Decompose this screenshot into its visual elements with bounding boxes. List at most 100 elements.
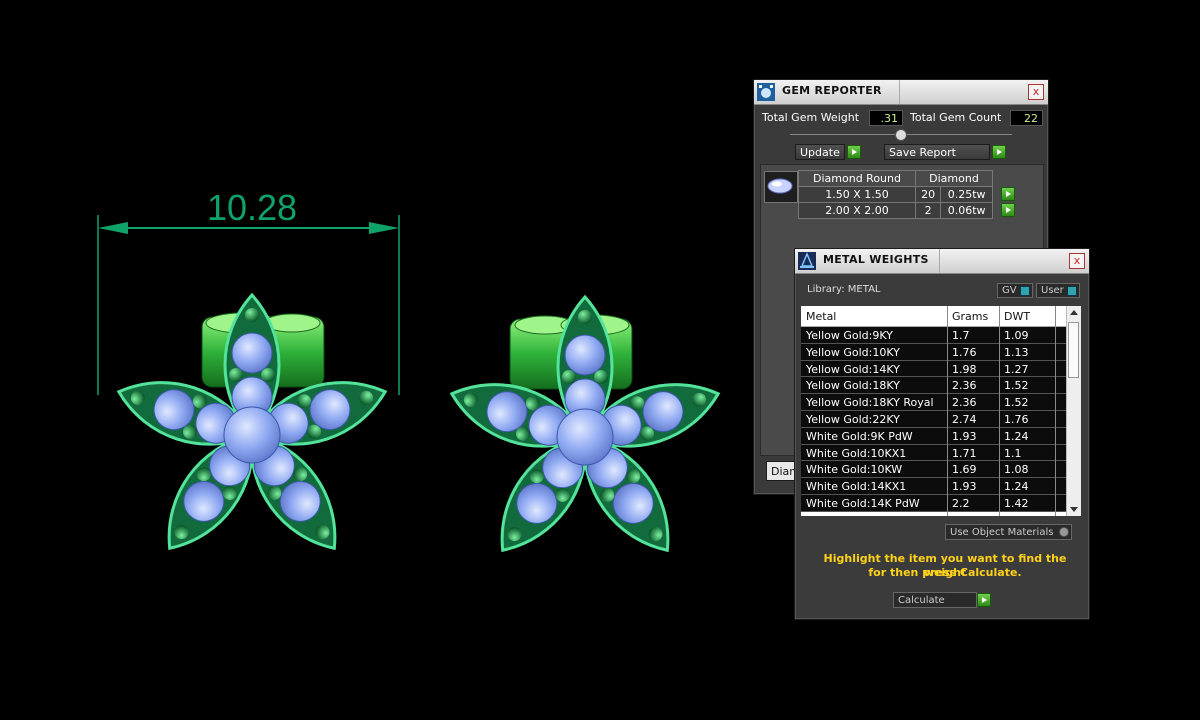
gem-reporter-titlebar[interactable]: GEM REPORTER x bbox=[754, 80, 1048, 105]
metal-name: White Gold:10KW bbox=[806, 463, 903, 477]
gem-row-1-select-icon[interactable] bbox=[1001, 187, 1015, 201]
gem-material-header: Diamond bbox=[915, 170, 993, 187]
metal-dwt: 1.52 bbox=[1004, 379, 1029, 393]
total-gem-count-label: Total Gem Count bbox=[910, 111, 1002, 124]
scroll-thumb[interactable] bbox=[1068, 322, 1079, 378]
metal-dwt: 1.76 bbox=[1004, 412, 1029, 426]
gem-row-count: 20 bbox=[914, 186, 942, 203]
update-button[interactable]: Update bbox=[795, 144, 845, 160]
calculate-play-icon[interactable] bbox=[977, 593, 991, 607]
earring-left[interactable] bbox=[111, 292, 394, 564]
table-row[interactable]: White Gold:10KW 1.69 1.08 bbox=[801, 461, 1067, 479]
metal-grams: 1.98 bbox=[952, 362, 977, 376]
table-row[interactable]: Yellow Gold:18KY 2.36 1.52 bbox=[801, 377, 1067, 395]
metal-dwt: 1.24 bbox=[1004, 429, 1029, 443]
update-play-icon[interactable] bbox=[847, 145, 861, 159]
metal-grams: 1.76 bbox=[952, 345, 977, 359]
scroll-up-icon[interactable] bbox=[1070, 310, 1078, 315]
gem-reporter-close-button[interactable]: x bbox=[1028, 84, 1044, 100]
metal-grams: 2.2 bbox=[952, 496, 970, 510]
metal-name: White Gold:14KX1 bbox=[806, 480, 907, 494]
metal-grams: 2.36 bbox=[952, 379, 977, 393]
save-report-play-icon[interactable] bbox=[992, 145, 1006, 159]
metal-grams: 1.69 bbox=[952, 463, 977, 477]
user-info-icon[interactable] bbox=[1067, 286, 1077, 296]
use-object-materials-button[interactable]: Use Object Materials bbox=[945, 524, 1072, 540]
metal-dwt: 1.09 bbox=[1004, 329, 1029, 342]
column-divider bbox=[1055, 306, 1056, 516]
scroll-down-icon[interactable] bbox=[1070, 507, 1078, 512]
diamond-round-icon bbox=[764, 171, 798, 203]
title-divider bbox=[939, 249, 940, 273]
library-label: Library: METAL bbox=[807, 284, 881, 295]
gem-row[interactable]: 1.50 X 1.50 20 0.25tw bbox=[798, 186, 993, 203]
metal-name: Yellow Gold:9KY bbox=[806, 329, 893, 342]
metal-weights-panel: METAL WEIGHTS x Library: METAL GV User M… bbox=[794, 248, 1090, 620]
table-row[interactable]: White Gold:14KX1 1.93 1.24 bbox=[801, 478, 1067, 495]
gem-row-size: 2.00 X 2.00 bbox=[798, 202, 916, 219]
metal-grams: 2.74 bbox=[952, 412, 977, 426]
metal-table[interactable]: Metal Grams DWT Yellow Gold:9KY 1.7 1.09 Y… bbox=[801, 306, 1081, 516]
table-row[interactable]: Yellow Gold:14KY 1.98 1.27 bbox=[801, 360, 1067, 378]
metal-grams: 2.36 bbox=[952, 396, 977, 410]
metal-grams: 1.71 bbox=[952, 446, 977, 460]
metal-name: White Gold:10KX1 bbox=[806, 446, 907, 460]
calculate-button[interactable]: Calculate bbox=[893, 592, 977, 608]
metal-grams: 1.93 bbox=[952, 480, 977, 494]
metal-name: Yellow Gold:18KY Royal bbox=[806, 396, 934, 410]
gem-row-count: 2 bbox=[914, 202, 942, 219]
metal-weights-close-button[interactable]: x bbox=[1069, 253, 1085, 269]
table-row[interactable]: Yellow Gold:10KY 1.76 1.13 bbox=[801, 343, 1067, 361]
user-toggle[interactable]: User bbox=[1036, 283, 1080, 298]
gem-reporter-title: GEM REPORTER bbox=[782, 84, 882, 97]
table-row[interactable]: Yellow Gold:9KY 1.7 1.09 bbox=[801, 327, 1067, 344]
metal-grams: 1.7 bbox=[952, 329, 970, 342]
instruction-line-2: for then press Calculate. bbox=[868, 566, 1022, 579]
metal-dwt: 1.27 bbox=[1004, 362, 1029, 376]
table-row[interactable]: White Gold:10KX1 1.71 1.1 bbox=[801, 444, 1067, 462]
earring-right[interactable] bbox=[444, 294, 727, 566]
total-gem-count-value: 22 bbox=[1010, 110, 1043, 126]
table-row[interactable]: Yellow Gold:22KY 2.74 1.76 bbox=[801, 410, 1067, 428]
metal-dwt: 1.24 bbox=[1004, 480, 1029, 494]
title-divider bbox=[899, 80, 900, 104]
col-grams[interactable]: Grams bbox=[952, 310, 988, 323]
metal-weights-title: METAL WEIGHTS bbox=[823, 253, 929, 266]
gem-row[interactable]: 2.00 X 2.00 2 0.06tw bbox=[798, 202, 993, 219]
gem-summary-table: Diamond Round Diamond 1.50 X 1.50 20 0.2… bbox=[798, 170, 993, 219]
col-metal[interactable]: Metal bbox=[806, 310, 836, 323]
metal-dwt: 1.13 bbox=[1004, 345, 1029, 359]
gear-icon bbox=[1059, 527, 1069, 537]
metal-dwt: 1.08 bbox=[1004, 463, 1029, 477]
use-object-materials-label: Use Object Materials bbox=[950, 527, 1054, 538]
gem-reporter-icon bbox=[757, 83, 775, 101]
metal-dwt: 1.52 bbox=[1004, 396, 1029, 410]
metal-name: Yellow Gold:18KY bbox=[806, 379, 900, 393]
metal-name: Yellow Gold:10KY bbox=[806, 345, 900, 359]
table-row[interactable]: White Gold:14K PdW 2.2 1.42 bbox=[801, 494, 1067, 512]
gem-row-2-select-icon[interactable] bbox=[1001, 203, 1015, 217]
total-gem-weight-label: Total Gem Weight bbox=[762, 111, 860, 124]
gem-row-size: 1.50 X 1.50 bbox=[798, 186, 916, 203]
total-gem-weight-value: .31 bbox=[869, 110, 903, 126]
metal-weights-titlebar[interactable]: METAL WEIGHTS x bbox=[795, 249, 1089, 274]
metal-name: White Gold:9K PdW bbox=[806, 429, 913, 443]
metal-table-scrollbar[interactable] bbox=[1066, 306, 1081, 516]
save-report-button[interactable]: Save Report bbox=[884, 144, 990, 160]
gem-row-weight: 0.25tw bbox=[940, 186, 993, 203]
gv-info-icon[interactable] bbox=[1020, 286, 1030, 296]
splitter-handle[interactable] bbox=[895, 129, 907, 141]
table-row[interactable]: Yellow Gold:18KY Royal 2.36 1.52 bbox=[801, 394, 1067, 411]
metal-table-header: Metal Grams DWT bbox=[801, 306, 1067, 327]
gv-toggle[interactable]: GV bbox=[997, 283, 1033, 298]
metal-name: Yellow Gold:14KY bbox=[806, 362, 900, 376]
metal-table-body: Yellow Gold:9KY 1.7 1.09 Yellow Gold:10KY 1… bbox=[801, 327, 1067, 512]
metal-grams: 1.93 bbox=[952, 429, 977, 443]
table-row[interactable]: White Gold:9K PdW 1.93 1.24 bbox=[801, 427, 1067, 445]
gv-label: GV bbox=[1002, 285, 1017, 296]
metal-dwt: 1.42 bbox=[1004, 496, 1029, 510]
col-dwt[interactable]: DWT bbox=[1004, 310, 1030, 323]
gem-row-weight: 0.06tw bbox=[940, 202, 993, 219]
column-divider bbox=[947, 306, 948, 516]
gem-shape-header: Diamond Round bbox=[798, 170, 916, 187]
